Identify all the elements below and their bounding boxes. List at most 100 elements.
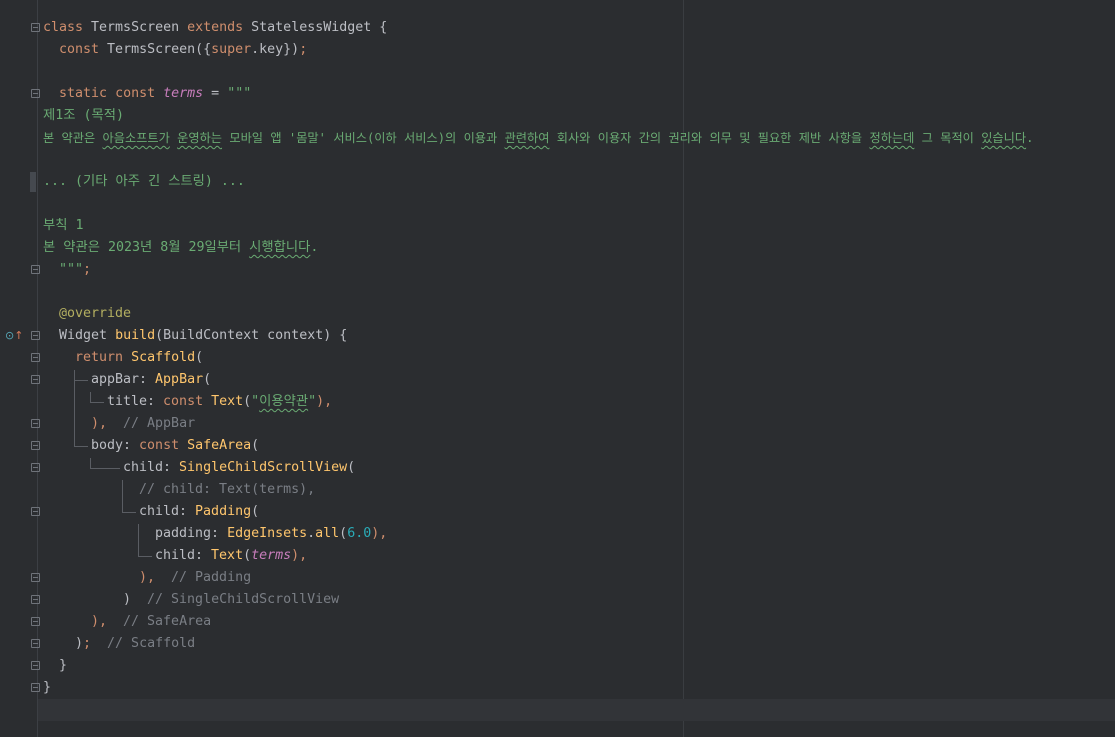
code-line-17[interactable]: appBar: AppBar( [91,369,211,391]
fold-marker-icon[interactable] [31,683,40,692]
token-class-call: Text [211,394,244,409]
code-line-22[interactable]: // child: Text(terms), [139,479,315,501]
code-line-18[interactable]: title: const Text("이용약관"), [107,391,332,413]
token-comment: // SingleChildScrollView [131,592,340,607]
token-punct: ), [139,570,156,585]
token-class: TermsScreen({ [99,42,212,57]
token-keyword: const [59,42,100,57]
token-comment: // SafeArea [107,614,212,629]
token-punct: ( [251,504,260,519]
string-part: . [1026,131,1034,145]
fold-marker-icon[interactable] [31,353,40,362]
token-string: " [308,394,317,409]
fold-marker-icon[interactable] [31,419,40,428]
fold-marker-icon[interactable] [31,661,40,670]
code-line-20[interactable]: body: const SafeArea( [91,435,259,457]
token-class-call: Text [211,548,244,563]
code-line-4[interactable]: static const terms = """ [43,83,251,105]
code-line-15[interactable]: Widget build(BuildContext context) { [43,325,347,347]
token-punct: ( [243,548,252,563]
token-punct: ) [75,636,84,651]
spellcheck-word: 정하는데 [869,131,915,145]
token-punct: ), [371,526,388,541]
code-line-2[interactable]: const TermsScreen({super.key}); [43,39,307,61]
tree-guide [122,512,136,513]
code-line-31[interactable]: } [43,677,51,699]
token-class: TermsScreen [83,20,188,35]
token-named-arg: child: [123,460,180,475]
token-punct: ( [203,372,212,387]
fold-marker-icon[interactable] [31,331,40,340]
token-named-arg: body: [91,438,140,453]
fold-marker-icon[interactable] [31,441,40,450]
code-line-12[interactable]: """; [43,259,91,281]
token-class: Widget [59,328,116,343]
code-line-8[interactable]: ... (기타 아주 긴 스트링) ... [43,171,245,193]
code-line-30[interactable]: } [59,655,67,677]
spellcheck-word: 아음소프트가 [102,131,170,145]
code-editor[interactable]: ⊙↑ class TermsScreen extends StatelessWi… [0,0,1115,737]
code-line-6[interactable]: 본 약관은 아음소프트가 운영하는 모바일 앱 '몸말' 서비스(이하 서비스)… [43,127,1033,149]
code-line-28[interactable]: ), // SafeArea [91,611,211,633]
code-line-10[interactable]: 부칙 1 [43,215,83,237]
tree-guide [90,402,104,403]
token-punct: ; [299,42,308,57]
token-punct: ) [123,592,132,607]
code-line-11[interactable]: 본 약관은 2023년 8월 29일부터 시행합니다. [43,237,318,259]
token-punct: ( [243,394,252,409]
string-part: 회사와 이용자 간의 권리와 의무 및 필요한 제반 사항을 [549,131,870,145]
token-keyword: const [163,394,204,409]
code-line-23[interactable]: child: Padding( [139,501,259,523]
token-punct: ( [251,438,260,453]
fold-marker-icon[interactable] [31,23,40,32]
token-function: all [315,526,340,541]
code-line-5[interactable]: 제1조 (목적) [43,105,124,127]
string-part: . [310,240,319,255]
string-part: 그 목적이 [914,131,982,145]
code-line-19[interactable]: ), // AppBar [91,413,195,435]
fold-marker-icon[interactable] [31,463,40,472]
code-line-24[interactable]: padding: EdgeInsets.all(6.0), [155,523,387,545]
token-class-call: Padding [195,504,252,519]
token-string: """ [227,86,252,101]
code-line-1[interactable]: class TermsScreen extends StatelessWidge… [43,17,387,39]
code-line-29[interactable]: ); // Scaffold [75,633,195,655]
string-part: 본 약관은 [43,131,103,145]
token-named-arg: padding: [155,526,228,541]
code-line-27[interactable]: ) // SingleChildScrollView [123,589,339,611]
token-keyword: return [75,350,124,365]
token-text: = [203,86,228,101]
editor-gutter[interactable] [0,0,38,737]
token-punct: ; [83,262,92,277]
token-comment: // Scaffold [91,636,196,651]
caret-line-highlight [38,699,1115,721]
token-field: terms [251,548,292,563]
token-comment: // AppBar [107,416,196,431]
token-keyword: class [43,20,84,35]
fold-marker-icon[interactable] [31,617,40,626]
fold-marker-icon[interactable] [31,507,40,516]
fold-marker-icon[interactable] [31,375,40,384]
token-named-arg: child: [139,504,196,519]
override-method-icon[interactable]: ⊙↑ [5,329,23,343]
code-line-14[interactable]: @override [43,303,131,325]
token-punct: ( [195,350,204,365]
fold-marker-icon[interactable] [31,89,40,98]
code-line-25[interactable]: child: Text(terms), [155,545,307,567]
token-class-call: SingleChildScrollView [179,460,348,475]
token-comment: // Padding [155,570,252,585]
token-function: build [115,328,156,343]
code-line-21[interactable]: child: SingleChildScrollView( [123,457,355,479]
fold-marker-icon[interactable] [31,573,40,582]
spellcheck-word: 관련하여 [504,131,550,145]
token-punct: ( [339,526,348,541]
token-class-call: SafeArea [187,438,252,453]
tree-guide [122,480,123,512]
fold-marker-icon[interactable] [31,639,40,648]
fold-marker-icon[interactable] [31,595,40,604]
code-line-26[interactable]: ), // Padding [139,567,251,589]
fold-marker-icon[interactable] [31,265,40,274]
token-class-call: AppBar [155,372,204,387]
code-line-16[interactable]: return Scaffold( [43,347,203,369]
